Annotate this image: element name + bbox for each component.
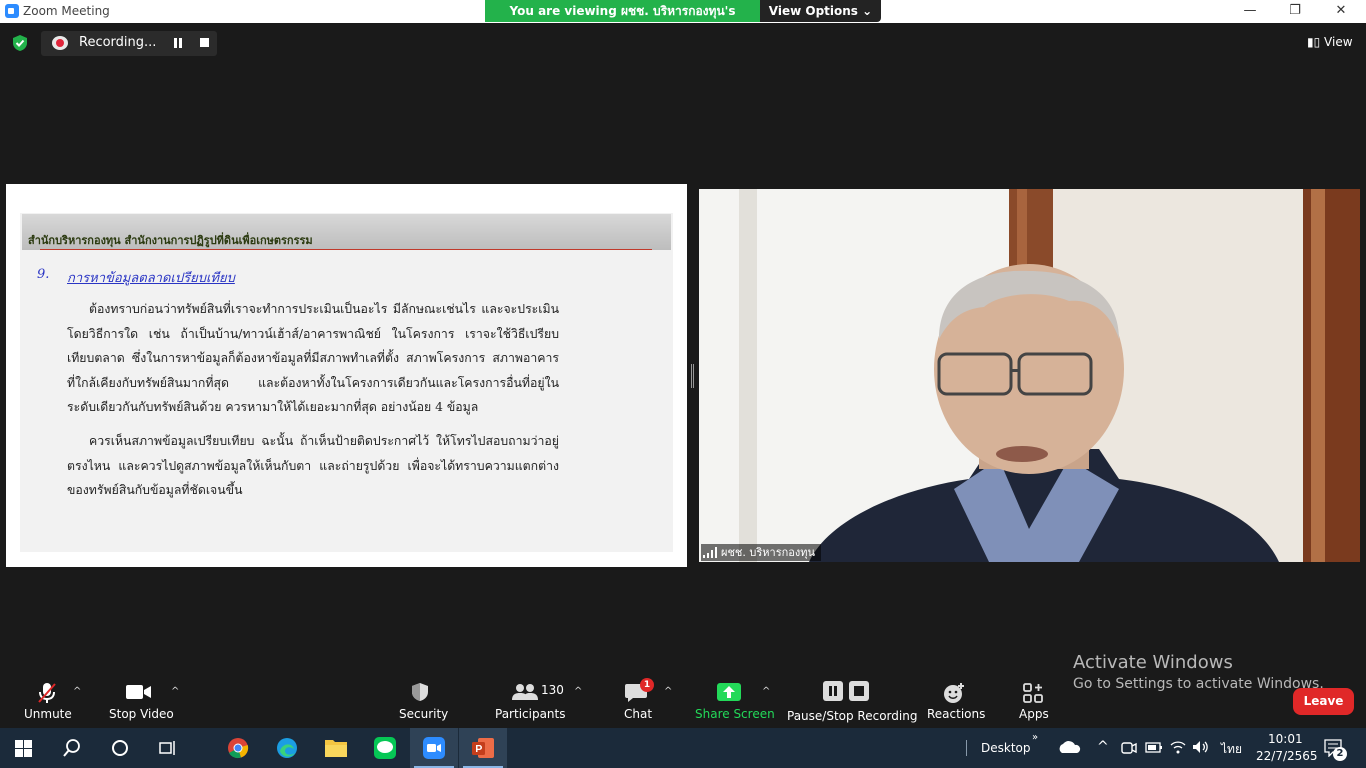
toolbar-expand-icon[interactable]: » — [1032, 732, 1038, 743]
video-frame-image — [699, 189, 1360, 562]
battery-icon[interactable] — [1145, 741, 1163, 754]
participants-options-chevron-icon[interactable]: ^ — [574, 686, 582, 697]
slide-paragraph-2: ควรเห็นสภาพข้อมูลเปรียบเทียบ ฉะนั้น ถ้าเ… — [67, 434, 559, 497]
close-button[interactable]: ✕ — [1319, 2, 1363, 20]
chat-unread-badge: 1 — [640, 678, 654, 692]
chat-label: Chat — [624, 707, 653, 721]
chrome-icon — [228, 738, 249, 759]
folder-icon — [325, 740, 347, 757]
participants-icon — [512, 684, 538, 700]
wifi-icon[interactable] — [1170, 740, 1186, 754]
window-title: Zoom Meeting — [23, 4, 110, 18]
taskbar-powerpoint[interactable] — [459, 728, 507, 768]
search-icon[interactable] — [63, 739, 81, 757]
clock-date[interactable]: 22/7/2565 — [1256, 749, 1318, 763]
participant-name-label: ผชช. บริหารกองทุน — [701, 544, 822, 561]
video-camera-icon — [126, 685, 151, 699]
zoom-app-icon — [5, 4, 19, 18]
minimize-button[interactable]: — — [1228, 2, 1272, 20]
leave-button[interactable]: Leave — [1293, 688, 1354, 715]
video-options-chevron-icon[interactable]: ^ — [171, 686, 179, 697]
pause-stop-recording-label: Pause/Stop Recording — [787, 709, 918, 723]
audio-options-chevron-icon[interactable]: ^ — [73, 686, 81, 697]
apps-grid-icon — [1023, 683, 1043, 703]
taskbar-zoom[interactable] — [410, 728, 458, 768]
pause-stop-recording-icon — [823, 681, 869, 701]
onedrive-cloud-icon[interactable] — [1057, 740, 1081, 754]
activate-windows-title: Activate Windows — [1073, 652, 1233, 673]
view-layout-icon: ▮▯ — [1307, 35, 1321, 49]
meeting-toolbar — [0, 664, 1366, 728]
pause-stop-recording-button[interactable]: Pause/Stop Recording — [784, 680, 917, 726]
participant-video — [699, 189, 1360, 562]
stop-recording-icon[interactable] — [200, 38, 209, 47]
split-resize-handle[interactable] — [691, 364, 694, 388]
view-options-button[interactable]: View Options ⌄ — [760, 0, 881, 22]
participants-button[interactable]: 130 Participants — [490, 680, 570, 724]
unmute-label: Unmute — [24, 707, 72, 721]
viewing-banner: You are viewing ผชช. บริหารกองทุน's scre… — [485, 0, 760, 40]
apps-button[interactable]: Apps — [1014, 680, 1052, 724]
slide-header-text: สำนักบริหารกองทุน สำนักงานการปฏิรูปที่ดิ… — [28, 234, 313, 247]
share-options-chevron-icon[interactable]: ^ — [762, 686, 770, 697]
reactions-smiley-icon — [944, 683, 964, 703]
security-label: Security — [399, 707, 449, 721]
recording-dot-icon — [52, 36, 68, 50]
taskbar-file-explorer[interactable] — [312, 728, 360, 768]
chevron-down-icon: ⌄ — [862, 4, 873, 18]
cortana-icon[interactable] — [111, 739, 129, 757]
reactions-label: Reactions — [927, 707, 986, 721]
unmute-button[interactable]: Unmute — [18, 680, 76, 724]
participants-count: 130 — [541, 683, 564, 697]
chat-options-chevron-icon[interactable]: ^ — [664, 686, 672, 697]
view-options-label: View Options — [768, 4, 858, 18]
slide-paragraph-1: ต้องทราบก่อนว่าทรัพย์สินที่เราจะทำการประ… — [67, 302, 559, 414]
task-view-icon[interactable] — [159, 739, 177, 757]
pause-recording-icon[interactable] — [173, 38, 183, 48]
activate-windows-subtitle: Go to Settings to activate Windows. — [1073, 676, 1324, 692]
desktop-toolbar-label[interactable]: Desktop — [981, 741, 1031, 755]
stop-video-button[interactable]: Stop Video — [104, 680, 174, 724]
view-label: View — [1324, 35, 1353, 49]
meet-now-icon[interactable] — [1121, 741, 1137, 755]
section-number: 9. — [37, 267, 50, 282]
security-shield-icon — [412, 683, 428, 701]
encryption-shield-icon[interactable] — [12, 34, 28, 52]
windows-start-icon[interactable] — [15, 740, 32, 757]
participants-label: Participants — [495, 707, 566, 721]
clock-time[interactable]: 10:01 — [1268, 732, 1303, 746]
powerpoint-icon — [472, 738, 494, 758]
zoom-icon — [423, 737, 445, 759]
recording-label: Recording... — [79, 35, 157, 50]
share-screen-button[interactable]: Share Screen — [692, 680, 775, 724]
line-app-icon — [374, 737, 396, 759]
reactions-button[interactable]: Reactions — [924, 680, 986, 724]
edge-icon — [277, 738, 297, 758]
view-button[interactable]: ▮▯ View — [1307, 35, 1353, 49]
show-hidden-icons-chevron-icon[interactable]: ^ — [1097, 739, 1109, 755]
signal-strength-icon — [703, 547, 717, 558]
taskbar-chrome[interactable] — [214, 728, 262, 768]
notification-count-badge: 2 — [1333, 747, 1347, 761]
section-title: การหาข้อมูลตลาดเปรียบเทียบ — [67, 271, 235, 286]
restore-button[interactable]: ❐ — [1273, 2, 1317, 20]
taskbar-line[interactable] — [361, 728, 409, 768]
taskbar-edge[interactable] — [263, 728, 311, 768]
desktop-toolbar-separator — [966, 740, 967, 756]
share-screen-icon — [717, 683, 741, 701]
apps-label: Apps — [1019, 707, 1049, 721]
stop-video-label: Stop Video — [109, 707, 174, 721]
security-button[interactable]: Security — [396, 680, 449, 724]
volume-icon[interactable] — [1192, 740, 1210, 754]
microphone-muted-icon — [38, 683, 56, 703]
input-language-indicator[interactable]: ไทย — [1221, 740, 1242, 759]
slide-header-rule — [40, 249, 652, 250]
share-screen-label: Share Screen — [695, 707, 775, 721]
